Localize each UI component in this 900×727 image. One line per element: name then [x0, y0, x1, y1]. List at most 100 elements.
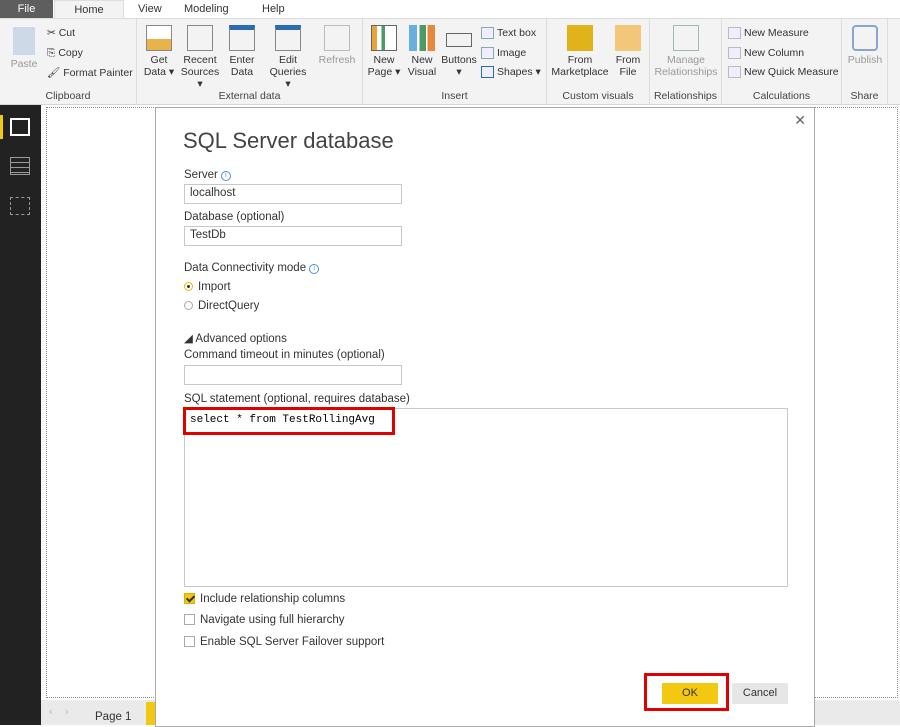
buttons-button[interactable]: Buttons ▾: [441, 25, 477, 78]
publish-icon: [852, 25, 878, 51]
server-input[interactable]: localhost: [184, 184, 402, 204]
directquery-radio[interactable]: DirectQuery: [184, 300, 259, 312]
brush-icon: 🖌: [47, 67, 64, 79]
clock-document-icon: [187, 25, 213, 51]
label: Data Connectivity mode: [184, 262, 307, 274]
new-page-button[interactable]: New Page ▾: [367, 25, 401, 78]
connectivity-mode-label: Data Connectivity mode i: [184, 262, 320, 274]
include-relationship-checkbox[interactable]: Include relationship columns: [184, 593, 345, 605]
format-painter-label: Format Painter: [63, 67, 133, 79]
publish-button[interactable]: Publish: [845, 25, 885, 66]
edit-table-icon: [275, 25, 301, 51]
from-marketplace-button[interactable]: From Marketplace: [549, 25, 611, 78]
button-icon: [446, 33, 472, 47]
server-label: Server i: [184, 169, 231, 181]
ok-button[interactable]: OK: [662, 683, 718, 704]
label: From: [615, 54, 641, 66]
group-clipboard: Paste ✂ Cut ⎘ Copy 🖌 Format Painter Clip…: [0, 19, 137, 105]
report-view-icon[interactable]: [10, 118, 30, 136]
label: Enter: [229, 54, 255, 66]
new-column-button[interactable]: New Column: [728, 47, 805, 60]
info-icon[interactable]: i: [220, 171, 231, 181]
folder-icon: [615, 25, 641, 51]
cancel-button[interactable]: Cancel: [732, 683, 788, 704]
radio-selected-icon: [184, 282, 193, 291]
group-external-data: Get Data ▾ Recent Sources ▾ Enter Data Edit…: [137, 19, 363, 105]
checkbox-icon: [184, 614, 195, 625]
sql-statement-label: SQL statement (optional, requires databa…: [184, 393, 410, 405]
tab-modeling[interactable]: Modeling: [184, 0, 229, 19]
new-quick-measure-button[interactable]: New Quick Measure: [728, 66, 839, 79]
scissors-icon: ✂: [47, 27, 59, 39]
new-measure-button[interactable]: New Measure: [728, 27, 809, 40]
bar-chart-icon: [409, 25, 435, 51]
edit-queries-button[interactable]: Edit Queries ▾: [267, 25, 309, 90]
checkbox-checked-icon: [184, 593, 195, 604]
model-view-icon[interactable]: [10, 197, 30, 215]
shapes-button[interactable]: Shapes ▾: [481, 66, 541, 79]
label: Get: [150, 54, 168, 66]
advanced-options-toggle[interactable]: ◢ Advanced options: [184, 331, 287, 345]
label: New Column: [744, 47, 805, 59]
label: DirectQuery: [198, 300, 260, 312]
image-icon: [481, 47, 494, 60]
database-input[interactable]: TestDb: [184, 226, 402, 246]
new-page-icon: [371, 25, 397, 51]
paste-button[interactable]: Paste: [8, 27, 40, 70]
group-label: Clipboard: [45, 90, 91, 102]
tab-help[interactable]: Help: [262, 0, 285, 19]
label: Sources ▾: [180, 66, 220, 90]
text-box-button[interactable]: Text box: [481, 27, 536, 40]
timeout-input[interactable]: [184, 365, 402, 385]
scroll-right-icon[interactable]: ›: [65, 706, 69, 718]
from-file-button[interactable]: From File: [611, 25, 645, 78]
close-icon[interactable]: ✕: [794, 112, 806, 129]
manage-relationships-button[interactable]: Manage Relationships: [652, 25, 720, 78]
label: Relationships: [654, 66, 718, 78]
tab-view[interactable]: View: [138, 0, 162, 19]
info-icon[interactable]: i: [309, 264, 320, 274]
label: Publish: [847, 54, 883, 66]
label: ▾: [456, 66, 462, 78]
data-view-icon[interactable]: [10, 157, 30, 175]
radio-icon: [184, 301, 193, 310]
scroll-left-icon[interactable]: ‹: [49, 706, 53, 718]
ribbon: Paste ✂ Cut ⎘ Copy 🖌 Format Painter Clip…: [0, 18, 900, 105]
timeout-label: Command timeout in minutes (optional): [184, 349, 385, 361]
navigate-hierarchy-checkbox[interactable]: Navigate using full hierarchy: [184, 614, 344, 626]
label: Page ▾: [367, 66, 401, 78]
refresh-button[interactable]: Refresh: [317, 25, 357, 66]
label: Queries ▾: [269, 66, 307, 90]
database-label: Database (optional): [184, 211, 285, 223]
group-label: Share: [850, 90, 879, 102]
group-label: External data: [218, 90, 281, 102]
group-calculations: New Measure New Column New Quick Measure…: [722, 19, 842, 105]
failover-checkbox[interactable]: Enable SQL Server Failover support: [184, 636, 384, 648]
import-radio[interactable]: Import: [184, 281, 231, 293]
label: New Measure: [744, 27, 809, 39]
label: File: [619, 66, 637, 78]
tab-home[interactable]: Home: [54, 0, 124, 20]
format-painter-button[interactable]: 🖌 Format Painter: [47, 66, 133, 79]
database-icon: [146, 25, 172, 51]
group-label: Relationships: [653, 90, 718, 102]
label: Recent: [183, 54, 217, 66]
paste-label: Paste: [10, 58, 38, 70]
new-visual-button[interactable]: New Visual: [405, 25, 439, 78]
copy-button[interactable]: ⎘ Copy: [47, 47, 83, 60]
column-icon: [728, 47, 741, 60]
label: Enable SQL Server Failover support: [200, 636, 385, 648]
marketplace-bag-icon: [567, 25, 593, 51]
cut-button[interactable]: ✂ Cut: [47, 27, 75, 39]
label: Data: [230, 66, 254, 78]
image-button[interactable]: Image: [481, 47, 526, 60]
page-tab[interactable]: Page 1: [95, 711, 131, 723]
label: Server: [184, 169, 218, 181]
enter-data-button[interactable]: Enter Data: [225, 25, 259, 78]
tab-file[interactable]: File: [0, 0, 53, 19]
active-indicator: [0, 115, 3, 139]
get-data-button[interactable]: Get Data ▾: [142, 25, 176, 78]
sql-server-dialog: ✕ SQL Server database Server i localhost …: [155, 107, 815, 727]
recent-sources-button[interactable]: Recent Sources ▾: [179, 25, 221, 90]
copy-icon: ⎘: [47, 47, 59, 59]
